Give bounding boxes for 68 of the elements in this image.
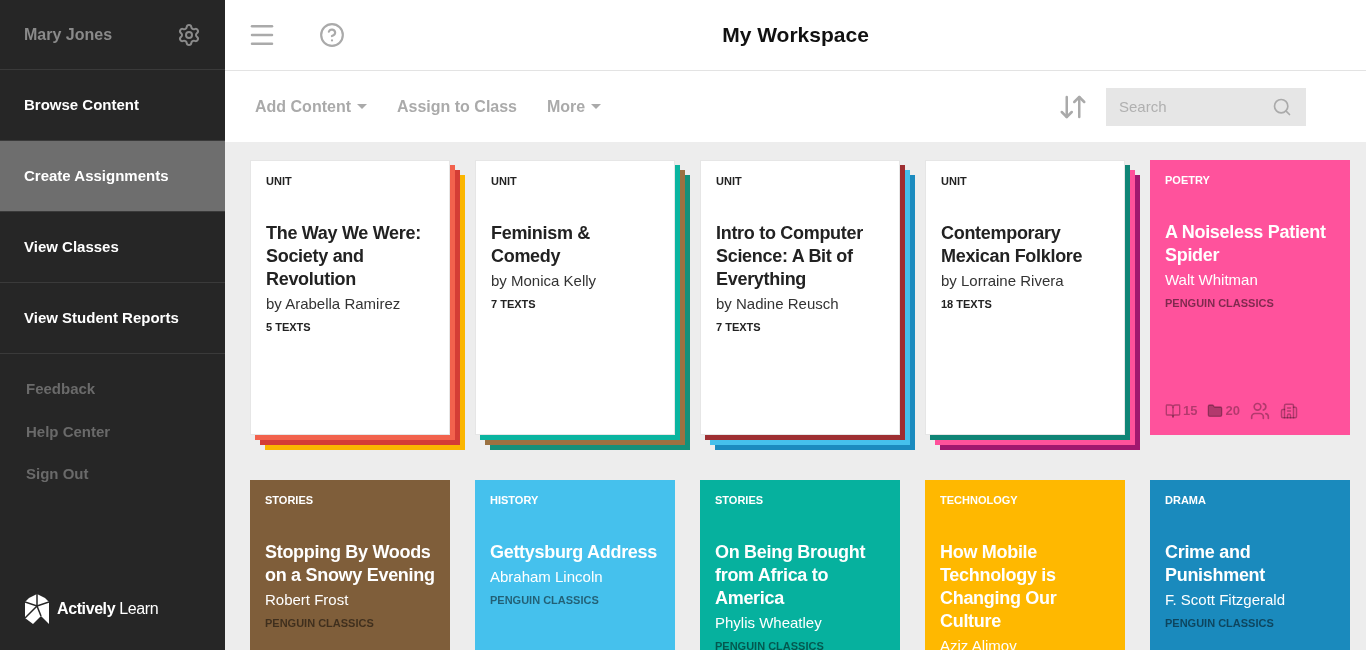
page-title: My Workspace: [722, 22, 869, 49]
building-icon: [1279, 402, 1298, 420]
book-count: 15: [1183, 402, 1198, 421]
unit-card[interactable]: UNIT Intro to Computer Science: A Bit of Everything by Nadine Reusch 7 TEXTS: [700, 160, 900, 435]
card-author: Aziz Alimov: [940, 635, 1018, 650]
toolbar-action[interactable]: Add Content: [255, 94, 367, 119]
publisher-label: PENGUIN CLASSICS: [1165, 616, 1275, 631]
card-author: F. Scott Fitzgerald: [1165, 589, 1287, 610]
book-card[interactable]: HISTORY Gettysburg Address Abraham Lincoln PENGUIN CLASSICS: [475, 480, 675, 650]
card-category: UNIT: [716, 174, 743, 189]
card-category: UNIT: [266, 174, 293, 189]
card-category: HISTORY: [490, 493, 540, 508]
card-category: TECHNOLOGY: [940, 493, 1019, 508]
publisher-label: PENGUIN CLASSICS: [715, 639, 825, 650]
card-author: Walt Whitman: [1165, 269, 1259, 290]
card-author: by Nadine Reusch: [716, 293, 840, 314]
text-count: 7 TEXTS: [491, 297, 537, 312]
card-category: UNIT: [491, 174, 518, 189]
logo-icon: [25, 594, 49, 624]
card-author: Robert Frost: [265, 589, 350, 610]
text-count: 7 TEXTS: [716, 320, 762, 335]
card-title: Intro to Computer Science: A Bit of Everything: [716, 221, 864, 291]
card-title: The Way We Were: Society and Revolution: [266, 221, 422, 291]
card-title: Feminism & Comedy: [491, 221, 592, 268]
unit-card[interactable]: UNIT Contemporary Mexican Folklore by Lorraine Rivera 18 TEXTS: [925, 160, 1125, 435]
card-category: STORIES: [715, 493, 765, 508]
text-count: 18 TEXTS: [941, 297, 993, 312]
book-icon: [1165, 403, 1181, 419]
card-category: DRAMA: [1165, 493, 1207, 508]
card-category: UNIT: [941, 174, 968, 189]
nav-item[interactable]: Create Assignments: [0, 141, 225, 212]
card-title: A Noiseless Patient Spider: [1165, 220, 1327, 267]
people-icon: [1249, 401, 1270, 421]
help-icon[interactable]: [319, 22, 345, 48]
card-author: by Lorraine Rivera: [941, 270, 1065, 291]
card-author: Phylis Wheatley: [715, 612, 823, 633]
card-author: Abraham Lincoln: [490, 566, 604, 587]
toolbar-action[interactable]: More: [547, 94, 602, 119]
folder-count: 20: [1225, 402, 1240, 421]
card-category: POETRY: [1165, 173, 1211, 188]
card-author: by Monica Kelly: [491, 270, 598, 291]
card-title: Contemporary Mexican Folklore: [941, 221, 1084, 268]
book-card[interactable]: STORIES On Being Brought from Africa to America Phylis Wheatley PENGUIN CLASSICS: [700, 480, 900, 650]
card-title: Crime and Punishment: [1165, 540, 1266, 587]
logo-wordmark: Actively Learn: [57, 599, 159, 619]
publisher-label: PENGUIN CLASSICS: [265, 616, 375, 631]
card-category: STORIES: [265, 493, 315, 508]
book-card[interactable]: STORIES Stopping By Woods on a Snowy Evening Robert Frost PENGUIN CLASSICS: [250, 480, 450, 650]
card-title: Gettysburg Address: [490, 540, 658, 564]
sidebar-link[interactable]: Help Center: [26, 420, 199, 443]
book-card[interactable]: DRAMA Crime and Punishment F. Scott Fitzgerald PENGUIN CLASSICS: [1150, 480, 1350, 650]
unit-card[interactable]: UNIT The Way We Were: Society and Revolution by Arabella Ramirez 5 TEXTS: [250, 160, 450, 435]
card-title: Stopping By Woods on a Snowy Evening: [265, 540, 435, 587]
search-icon: [1272, 96, 1292, 117]
sidebar-link[interactable]: Sign Out: [26, 463, 199, 486]
card-title: On Being Brought from Africa to America: [715, 540, 867, 610]
folder-icon: [1207, 403, 1224, 419]
sidebar-link[interactable]: Feedback: [26, 378, 199, 401]
card-title: How Mobile Technology is Changing Our Culture: [940, 540, 1058, 633]
card-author: by Arabella Ramirez: [266, 293, 402, 314]
text-count: 5 TEXTS: [266, 320, 312, 335]
book-card[interactable]: POETRY A Noiseless Patient Spider Walt Whitman PENGUIN CLASSICS 15 20: [1150, 160, 1350, 435]
publisher-label: PENGUIN CLASSICS: [1165, 296, 1275, 311]
unit-card[interactable]: UNIT Feminism & Comedy by Monica Kelly 7 TEXTS: [475, 160, 675, 435]
toolbar-action[interactable]: Assign to Class: [397, 94, 517, 119]
publisher-label: PENGUIN CLASSICS: [490, 593, 600, 608]
user-name: Mary Jones: [24, 24, 113, 45]
settings-icon[interactable]: [177, 22, 201, 47]
